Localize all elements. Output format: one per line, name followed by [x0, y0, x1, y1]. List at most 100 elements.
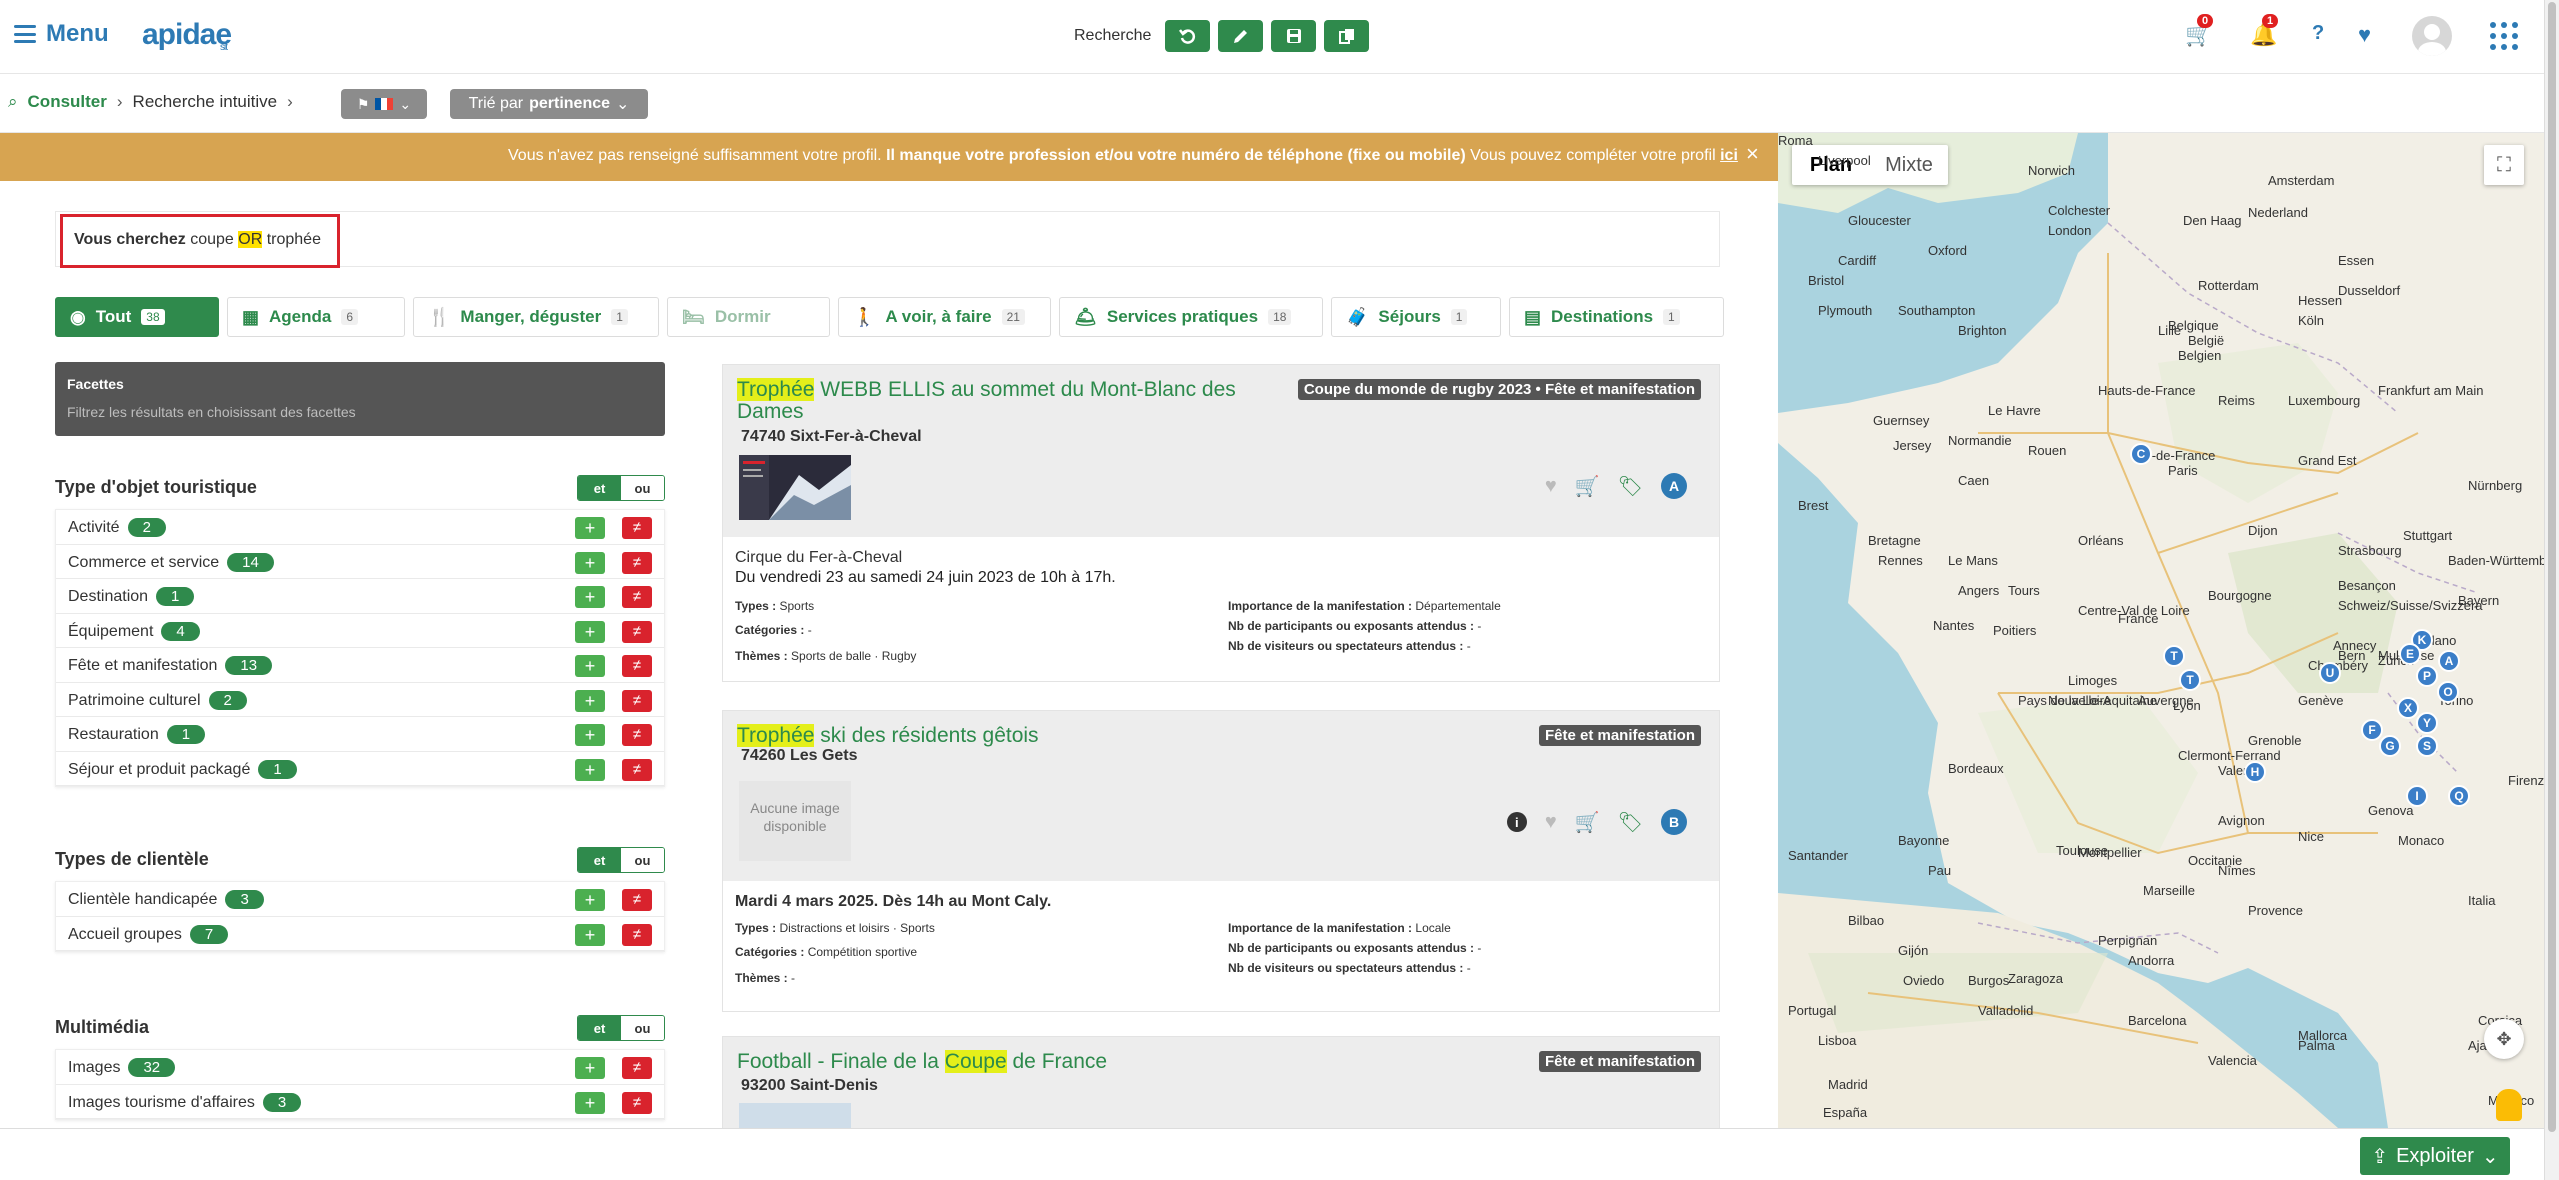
facet-label[interactable]: Patrimoine culturel 2: [68, 690, 247, 710]
exclude-facet-button[interactable]: ≠: [622, 689, 652, 712]
map-marker-pin[interactable]: O: [2437, 681, 2459, 703]
add-to-cart-icon[interactable]: 🛒: [1575, 810, 1600, 835]
favorite-heart-icon[interactable]: ♥: [1545, 811, 1557, 834]
map-marker-pin[interactable]: G: [2379, 735, 2401, 757]
map-marker-pin[interactable]: T: [2163, 645, 2185, 667]
tab-services[interactable]: 🛎 Services pratiques 18: [1059, 297, 1323, 337]
facet-label[interactable]: Commerce et service 14: [68, 552, 274, 572]
facet-row[interactable]: Restauration 1 + ≠: [56, 717, 664, 752]
map-marker-pin[interactable]: T: [2179, 669, 2201, 691]
facet-label[interactable]: Séjour et produit packagé 1: [68, 759, 297, 779]
facet-label[interactable]: Destination 1: [68, 587, 195, 606]
facet-label[interactable]: Accueil groupes 7: [68, 924, 229, 944]
apidae-logo[interactable]: apidae sit: [142, 18, 232, 53]
exclude-facet-button[interactable]: ≠: [622, 517, 652, 539]
facet-label[interactable]: Images 32: [68, 1058, 176, 1077]
fullscreen-icon[interactable]: ⛶: [2484, 145, 2524, 185]
map-marker-pin[interactable]: U: [2319, 662, 2341, 684]
facet-row[interactable]: Fête et manifestation 13 + ≠: [56, 648, 664, 683]
include-facet-button[interactable]: +: [575, 1057, 605, 1079]
facet-row[interactable]: Images tourisme d'affaires 3 + ≠: [56, 1085, 664, 1119]
map-type-mixte[interactable]: Mixte: [1870, 145, 1948, 185]
result-title[interactable]: Trophée WEBB ELLIS au sommet du Mont-Bla…: [737, 378, 1257, 423]
breadcrumb-link-consulter[interactable]: Consulter: [28, 92, 107, 112]
exclude-facet-button[interactable]: ≠: [622, 551, 652, 574]
map-marker-pin[interactable]: E: [2399, 643, 2421, 665]
tab-sejours[interactable]: 🧳 Séjours 1: [1331, 297, 1501, 337]
exclude-facet-button[interactable]: ≠: [622, 586, 652, 608]
et-option[interactable]: et: [578, 848, 621, 872]
result-thumbnail[interactable]: [739, 1103, 851, 1129]
include-facet-button[interactable]: +: [575, 923, 605, 946]
result-card[interactable]: Trophée WEBB ELLIS au sommet du Mont-Bla…: [722, 364, 1720, 682]
map-panel[interactable]: Plan Mixte ⛶ Liverpool Norwich London Den H…: [1778, 133, 2544, 1128]
map-marker-pin[interactable]: A: [2438, 650, 2460, 672]
exclude-facet-button[interactable]: ≠: [622, 655, 652, 677]
include-facet-button[interactable]: +: [575, 620, 605, 643]
save-search-button[interactable]: [1271, 20, 1317, 52]
et-option[interactable]: et: [578, 476, 621, 500]
include-facet-button[interactable]: +: [575, 586, 605, 608]
include-facet-button[interactable]: +: [575, 689, 605, 712]
alert-link[interactable]: ici: [1720, 147, 1738, 164]
tab-manger[interactable]: 🍴 Manger, déguster 1: [413, 297, 659, 337]
add-to-cart-icon[interactable]: 🛒: [1575, 474, 1600, 499]
facet-label[interactable]: Fête et manifestation 13: [68, 656, 273, 675]
result-title[interactable]: Football - Finale de la Coupe de France: [737, 1050, 1337, 1073]
avatar[interactable]: [2412, 16, 2452, 56]
et-ou-toggle[interactable]: et ou: [577, 475, 665, 501]
include-facet-button[interactable]: +: [575, 1091, 605, 1114]
edit-search-button[interactable]: [1218, 20, 1264, 52]
facet-row[interactable]: Clientèle handicapée 3 + ≠: [56, 882, 664, 917]
facet-label[interactable]: Restauration 1: [68, 725, 206, 744]
include-facet-button[interactable]: +: [575, 758, 605, 781]
include-facet-button[interactable]: +: [575, 551, 605, 574]
sort-select[interactable]: Trié par pertinence ⌄: [450, 89, 648, 119]
exclude-facet-button[interactable]: ≠: [622, 889, 652, 911]
map-marker-pin[interactable]: X: [2397, 697, 2419, 719]
street-view-pegman-icon[interactable]: [2496, 1089, 2522, 1121]
facet-row[interactable]: Activité 2 + ≠: [56, 510, 664, 545]
exploit-button[interactable]: ⇪ Exploiter ⌄: [2360, 1137, 2510, 1175]
result-thumbnail[interactable]: [739, 455, 851, 520]
map-marker-pin[interactable]: S: [2416, 735, 2438, 757]
map-marker-pin[interactable]: H: [2244, 761, 2266, 783]
facet-row[interactable]: Patrimoine culturel 2 + ≠: [56, 683, 664, 717]
result-card[interactable]: Football - Finale de la Coupe de France …: [722, 1036, 1720, 1129]
map-marker-pin[interactable]: P: [2416, 665, 2438, 687]
tab-a-voir[interactable]: 🚶 A voir, à faire 21: [838, 297, 1051, 337]
facet-label[interactable]: Images tourisme d'affaires 3: [68, 1092, 302, 1112]
tab-tout[interactable]: ◉ Tout 38: [55, 297, 219, 337]
bell-icon[interactable]: 🔔 1: [2250, 14, 2279, 48]
include-facet-button[interactable]: +: [575, 517, 605, 539]
cart-icon[interactable]: 🛒 0: [2185, 14, 2214, 48]
menu-button[interactable]: Menu: [14, 20, 109, 48]
facet-label[interactable]: Clientèle handicapée 3: [68, 890, 264, 909]
exclude-facet-button[interactable]: ≠: [622, 923, 652, 946]
map-marker-pin[interactable]: C: [2130, 443, 2152, 465]
exclude-facet-button[interactable]: ≠: [622, 758, 652, 781]
tags-icon[interactable]: 🏷: [1618, 474, 1643, 499]
facet-row[interactable]: Équipement 4 + ≠: [56, 614, 664, 648]
facet-row[interactable]: Commerce et service 14 + ≠: [56, 545, 664, 579]
ou-option[interactable]: ou: [621, 1016, 664, 1040]
exclude-facet-button[interactable]: ≠: [622, 724, 652, 746]
map-marker-pin[interactable]: I: [2406, 785, 2428, 807]
apps-grid-icon[interactable]: [2490, 22, 2518, 50]
result-card[interactable]: Trophée ski des résidents gêtois 74260 L…: [722, 710, 1720, 1012]
map-marker-pin[interactable]: Y: [2416, 712, 2438, 734]
facet-label[interactable]: Équipement 4: [68, 621, 200, 641]
ou-option[interactable]: ou: [621, 848, 664, 872]
scrollbar-thumb[interactable]: [2548, 2, 2556, 1132]
include-facet-button[interactable]: +: [575, 655, 605, 677]
result-title[interactable]: Trophée ski des résidents gêtois: [737, 724, 1257, 747]
tab-dormir[interactable]: 🛏 Dormir: [667, 297, 830, 337]
ou-option[interactable]: ou: [621, 476, 664, 500]
exclude-facet-button[interactable]: ≠: [622, 1091, 652, 1114]
help-icon[interactable]: ?: [2312, 22, 2324, 45]
map-marker-letter[interactable]: A: [1661, 473, 1687, 499]
reset-search-button[interactable]: [1165, 20, 1211, 52]
map-marker-pin[interactable]: Q: [2448, 785, 2470, 807]
info-icon[interactable]: i: [1506, 812, 1527, 832]
facet-row[interactable]: Images 32 + ≠: [56, 1050, 664, 1085]
